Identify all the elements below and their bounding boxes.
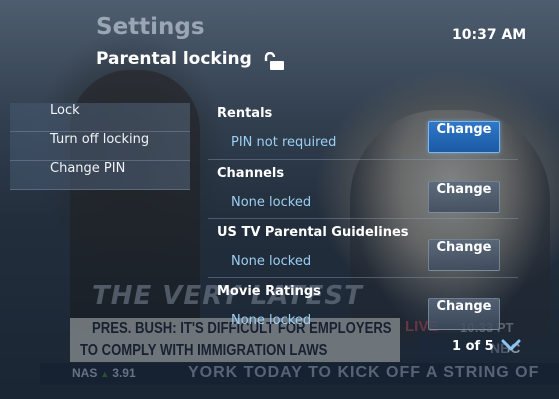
clock: 10:37 AM xyxy=(452,27,527,43)
setting-value: PIN not required xyxy=(231,135,337,150)
page-title: Settings xyxy=(96,14,205,40)
menu-item-change-pin[interactable]: Change PIN xyxy=(10,161,190,190)
chevron-down-icon[interactable] xyxy=(501,338,521,352)
page-subtitle: Parental locking xyxy=(96,49,252,69)
setting-value: None locked xyxy=(231,195,312,210)
setting-label: Movie Ratings xyxy=(217,284,321,299)
change-rentals-button[interactable]: Change xyxy=(428,121,500,153)
setting-value: None locked xyxy=(231,254,312,269)
side-menu: Lock Turn off locking Change PIN xyxy=(10,103,190,190)
menu-item-turn-off-locking[interactable]: Turn off locking xyxy=(10,132,190,161)
setting-label: Rentals xyxy=(217,106,273,121)
setting-value: None locked xyxy=(231,313,312,328)
change-movie-ratings-button[interactable]: Change xyxy=(428,298,500,330)
change-channels-button[interactable]: Change xyxy=(428,181,500,213)
parental-locking-screen: THE VERY LATEST PRES. BUSH: IT'S DIFFICU… xyxy=(0,0,559,399)
setting-label: Channels xyxy=(217,166,285,181)
unlocked-padlock-icon xyxy=(264,52,284,70)
menu-item-lock[interactable]: Lock xyxy=(10,103,190,132)
change-tv-guidelines-button[interactable]: Change xyxy=(428,239,500,271)
page-indicator: 1 of 5 xyxy=(452,339,494,354)
setting-label: US TV Parental Guidelines xyxy=(217,225,409,240)
